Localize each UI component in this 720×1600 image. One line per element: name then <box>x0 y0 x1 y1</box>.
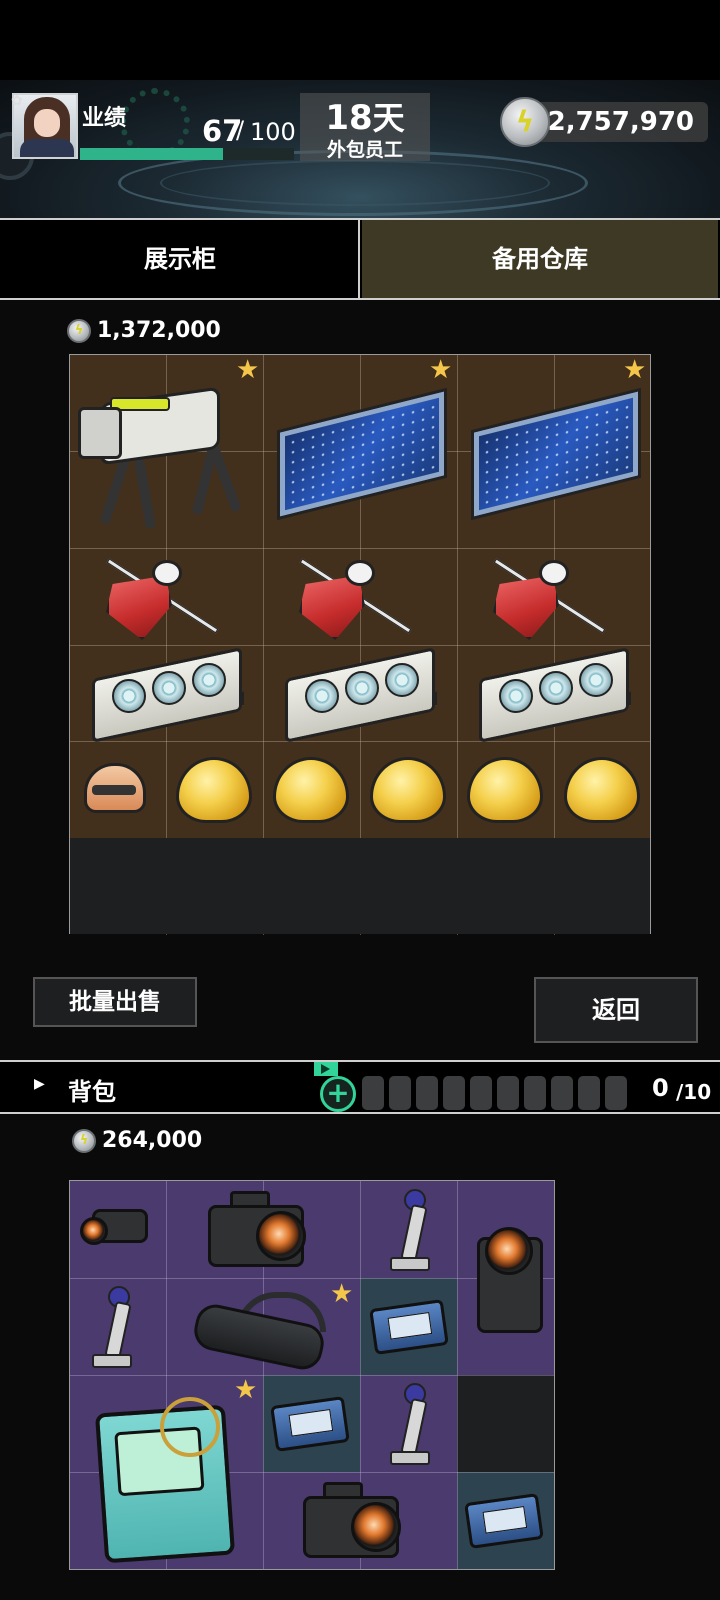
energy-coin-icon: ϟ <box>67 319 91 343</box>
empty-slot <box>578 1076 600 1110</box>
star-icon: ★ <box>330 1279 354 1309</box>
dslr-camera-item[interactable] <box>166 1181 360 1278</box>
red-gem-pin-item[interactable] <box>70 548 263 645</box>
camcorder-item[interactable] <box>457 1181 554 1375</box>
backpack-title: 背包 <box>68 1078 116 1106</box>
graphics-card-item[interactable] <box>457 645 650 743</box>
graphics-card-item[interactable] <box>70 645 263 743</box>
statue-item[interactable] <box>360 1181 457 1278</box>
hard-drive-item[interactable] <box>360 1278 457 1375</box>
gold-nugget-item[interactable] <box>554 741 650 838</box>
expand-caret-icon[interactable]: ▶ <box>34 1076 45 1092</box>
star-icon: ★ <box>236 355 260 385</box>
days-panel: 18天 外包员工 <box>300 93 430 161</box>
days-value: 18 <box>325 98 373 138</box>
energy-coin-icon: ϟ <box>500 97 550 147</box>
energy-coin-icon: ϟ <box>72 1129 96 1153</box>
performance-label: 业绩 <box>82 106 127 131</box>
hard-drive-item[interactable] <box>457 1472 554 1569</box>
star-icon: ★ <box>623 355 647 385</box>
backpack-total-value-text: 264,000 <box>102 1128 203 1153</box>
add-slot-button[interactable]: + <box>320 1076 356 1112</box>
storage-total-value: ϟ 1,372,000 <box>67 318 221 343</box>
empty-slot <box>443 1076 465 1110</box>
tab-showcase[interactable]: 展示柜 <box>2 220 360 298</box>
helmet-drone-item[interactable] <box>70 741 166 838</box>
batch-sell-button[interactable]: 批量出售 <box>33 977 197 1027</box>
empty-slot <box>362 1076 384 1110</box>
performance-progress-bar <box>80 148 294 160</box>
status-bar <box>0 0 720 80</box>
backpack-capacity: /10 <box>676 1080 712 1104</box>
empty-slot <box>497 1076 519 1110</box>
dslr-camera-item[interactable] <box>263 1472 457 1569</box>
backpack-bar[interactable]: ▶ 背包 + 0 /10 <box>0 1060 720 1114</box>
back-button[interactable]: 返回 <box>534 977 698 1043</box>
storage-total-value-text: 1,372,000 <box>97 318 221 343</box>
gold-nugget-item[interactable] <box>263 741 360 838</box>
empty-slot <box>470 1076 492 1110</box>
statue-item[interactable] <box>70 1278 166 1375</box>
storage-grid: ★ ★ ★ <box>69 354 651 935</box>
empty-slots-row <box>70 838 650 934</box>
empty-slot <box>524 1076 546 1110</box>
tab-storage[interactable]: 备用仓库 <box>362 220 718 298</box>
star-map-item[interactable] <box>457 355 650 548</box>
gold-nugget-item[interactable] <box>457 741 554 838</box>
performance-progress-fill <box>80 148 224 160</box>
days-unit: 天 <box>372 99 405 137</box>
robot-dog-item[interactable] <box>70 355 263 548</box>
header: ✿ 业绩 67 / 100 18天 外包员工 2,757,970 ϟ <box>0 80 720 218</box>
backpack-total-value: ϟ 264,000 <box>72 1128 202 1153</box>
video-ad-icon <box>314 1062 338 1076</box>
star-icon: ★ <box>234 1375 258 1405</box>
star-icon: ★ <box>429 355 453 385</box>
performance-max: 100 <box>250 118 296 146</box>
red-gem-pin-item[interactable] <box>263 548 457 645</box>
empty-slot <box>389 1076 411 1110</box>
statue-item[interactable] <box>360 1375 457 1472</box>
gear-icon[interactable]: ✿ <box>11 93 27 109</box>
energy-value: 2,757,970 <box>547 107 694 137</box>
platform-ring-inner <box>160 160 550 206</box>
role-label: 外包员工 <box>326 139 403 161</box>
empty-slot <box>416 1076 438 1110</box>
empty-slot <box>551 1076 573 1110</box>
performance-separator: / <box>236 116 245 144</box>
camera-scope-item[interactable] <box>70 1181 166 1278</box>
tab-bar: 展示柜 备用仓库 <box>0 218 720 300</box>
hard-drive-item[interactable] <box>263 1375 360 1472</box>
gold-nugget-item[interactable] <box>166 741 263 838</box>
empty-slot <box>605 1076 627 1110</box>
red-gem-pin-item[interactable] <box>457 548 650 645</box>
graphics-card-item[interactable] <box>263 645 457 743</box>
gold-nugget-item[interactable] <box>360 741 457 838</box>
star-map-item[interactable] <box>263 355 457 548</box>
backpack-grid: ★ ★ <box>69 1180 555 1570</box>
backpack-count: 0 <box>652 1074 669 1102</box>
